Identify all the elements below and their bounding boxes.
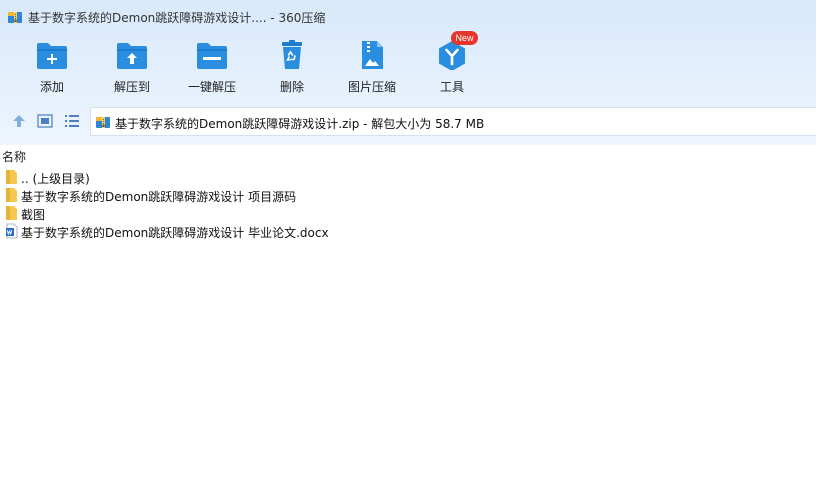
recycle-bin-icon <box>276 40 308 70</box>
add-folder-icon <box>36 40 68 70</box>
list-item-name: .. (上级目录) <box>21 172 90 186</box>
title-bar: 基于数字系统的Demon跳跃障碍游戏设计.... - 360压缩 <box>0 0 816 32</box>
folder-icon <box>5 187 19 203</box>
zip-archive-icon <box>7 9 23 25</box>
add-button-label: 添加 <box>39 80 64 94</box>
list-item-name: 基于数字系统的Demon跳跃障碍游戏设计 毕业论文.docx <box>21 226 329 240</box>
up-arrow-icon[interactable] <box>11 113 27 129</box>
new-badge: New <box>451 31 478 45</box>
folder-icon <box>5 169 19 185</box>
list-item-folder[interactable]: 基于数字系统的Demon跳跃障碍游戏设计 项目源码 <box>0 187 816 204</box>
tools-button-label: 工具 <box>439 80 464 94</box>
window-title: 基于数字系统的Demon跳跃障碍游戏设计.... - 360压缩 <box>28 11 326 25</box>
add-button[interactable]: 添加 <box>17 40 87 96</box>
address-bar[interactable]: 基于数字系统的Demon跳跃障碍游戏设计.zip - 解包大小为 58.7 MB <box>90 107 816 136</box>
folder-icon <box>5 205 19 221</box>
one-click-extract-button-label: 一键解压 <box>187 80 236 94</box>
list-item-file[interactable]: 基于数字系统的Demon跳跃障碍游戏设计 毕业论文.docx <box>0 223 816 240</box>
one-click-extract-icon <box>196 40 228 70</box>
list-item-name: 截图 <box>21 208 46 222</box>
extract-folder-icon <box>116 40 148 70</box>
image-compress-button[interactable]: 图片压缩 <box>337 40 407 96</box>
extract-to-button[interactable]: 解压到 <box>97 40 167 96</box>
list-item-folder[interactable]: 截图 <box>0 205 816 222</box>
word-document-icon <box>5 223 19 239</box>
extract-to-button-label: 解压到 <box>113 80 150 94</box>
list-view-icon[interactable] <box>63 113 81 129</box>
address-path: 基于数字系统的Demon跳跃障碍游戏设计.zip - 解包大小为 58.7 MB <box>115 117 485 131</box>
one-click-extract-button[interactable]: 一键解压 <box>177 40 247 96</box>
delete-button[interactable]: 删除 <box>257 40 327 96</box>
image-compress-button-label: 图片压缩 <box>347 80 396 94</box>
zip-archive-icon <box>95 114 111 130</box>
column-header-name[interactable]: 名称 <box>2 148 26 165</box>
file-list: 名称 .. (上级目录) 基于数字系统的Demon跳跃障碍游戏设计 项目源码 截… <box>0 145 816 492</box>
list-item-name: 基于数字系统的Demon跳跃障碍游戏设计 项目源码 <box>21 190 297 204</box>
top-chrome: 基于数字系统的Demon跳跃障碍游戏设计.... - 360压缩 添加 解压到 <box>0 0 816 145</box>
list-item-parent-dir[interactable]: .. (上级目录) <box>0 169 816 186</box>
image-compress-icon <box>356 40 388 70</box>
thumbnail-view-icon[interactable] <box>37 114 53 128</box>
delete-button-label: 删除 <box>279 80 304 94</box>
tools-button[interactable]: New 工具 <box>417 31 487 96</box>
